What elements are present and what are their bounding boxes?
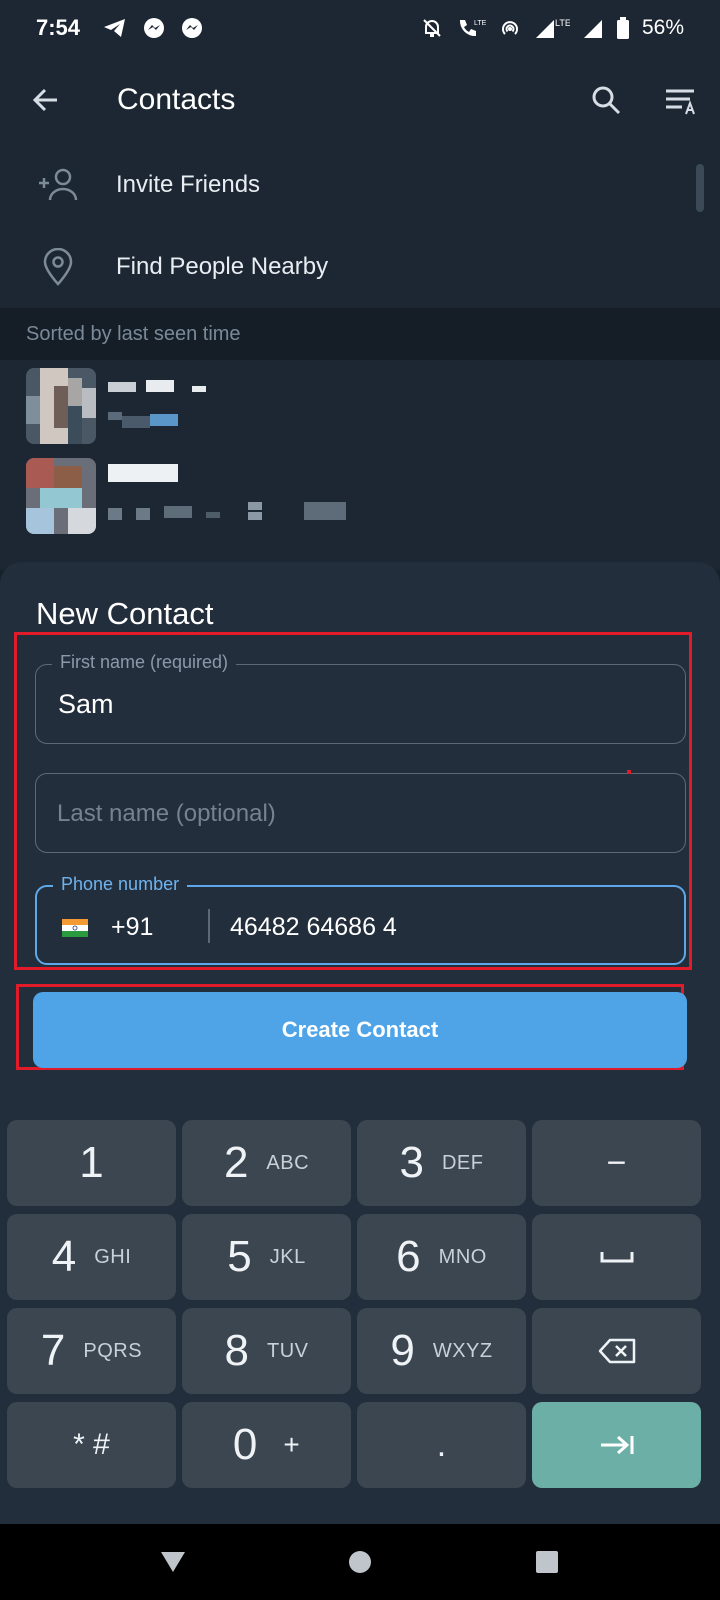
key-letters: DEF <box>441 1151 484 1174</box>
key-7[interactable]: 7 PQRS <box>7 1308 176 1394</box>
key-letters: ABC <box>266 1151 310 1174</box>
key-letters: MNO <box>438 1245 487 1268</box>
first-name-label: First name (required) <box>52 652 237 673</box>
menu-item-invite-friends[interactable]: Invite Friends <box>0 144 720 226</box>
key-letters: GHI <box>94 1245 132 1268</box>
space-icon <box>600 1252 633 1263</box>
red-dot-mark <box>627 770 631 774</box>
key-8[interactable]: 8 TUV <box>182 1308 351 1394</box>
avatar <box>26 458 96 534</box>
app-bar: Contacts <box>0 56 720 144</box>
signal-lte-icon: LTE <box>534 16 570 40</box>
battery-percent: 56% <box>641 16 684 39</box>
key-space[interactable] <box>532 1214 701 1300</box>
avatar <box>26 368 96 444</box>
key-digit: 5 <box>227 1232 252 1281</box>
key-symbol: * # <box>73 1428 110 1461</box>
phone-number-field[interactable]: Phone number +91 46482 64686 4 <box>35 874 686 965</box>
key-digit: 9 <box>390 1326 415 1375</box>
key-4[interactable]: 4 GHI <box>7 1214 176 1300</box>
add-person-icon <box>39 168 78 201</box>
page-title: Contacts <box>117 83 236 116</box>
key-next[interactable] <box>532 1402 701 1488</box>
key-digit: 1 <box>79 1138 104 1187</box>
recents-nav-button[interactable] <box>517 1532 577 1592</box>
backspace-icon <box>598 1338 635 1364</box>
contact-row[interactable] <box>0 360 720 450</box>
muted-bell-icon <box>420 16 444 40</box>
key-digit: 8 <box>224 1326 249 1375</box>
section-header: Sorted by last seen time <box>0 308 720 360</box>
key-letters: PQRS <box>83 1339 143 1362</box>
lte-label: LTE <box>474 20 486 27</box>
phone-number-label: Phone number <box>53 874 188 895</box>
last-name-placeholder: Last name (optional) <box>57 800 276 827</box>
contacts-list <box>0 360 720 570</box>
key-symbol: − <box>606 1143 627 1182</box>
key-digit: 6 <box>396 1232 421 1281</box>
key-1[interactable]: 1 <box>7 1120 176 1206</box>
create-contact-button[interactable]: Create Contact <box>33 992 687 1068</box>
back-nav-button[interactable] <box>143 1532 203 1592</box>
status-bar: 7:54 LTE LTE 56% <box>0 0 720 56</box>
key-3[interactable]: 3 DEF <box>357 1120 526 1206</box>
key-digit: 7 <box>40 1326 66 1375</box>
key-dot[interactable]: . <box>357 1402 526 1488</box>
first-name-field[interactable]: First name (required) Sam <box>35 652 686 744</box>
contact-row[interactable] <box>0 450 720 540</box>
key-0[interactable]: 0 + <box>182 1402 351 1488</box>
telegram-notification-icon <box>102 16 128 40</box>
signal-icon <box>582 16 604 40</box>
tab-next-icon <box>600 1435 633 1455</box>
sheet-title: New Contact <box>36 596 214 631</box>
menu-item-label: Find People Nearby <box>116 253 329 280</box>
battery-icon <box>616 16 630 40</box>
menu-item-find-people-nearby[interactable]: Find People Nearby <box>0 226 720 308</box>
key-5[interactable]: 5 JKL <box>182 1214 351 1300</box>
lte-label: LTE <box>555 18 570 28</box>
key-minus[interactable]: − <box>532 1120 701 1206</box>
key-digit: 3 <box>399 1138 424 1187</box>
system-nav-bar <box>0 1524 720 1600</box>
search-button[interactable] <box>568 56 644 144</box>
divider <box>208 909 210 943</box>
key-backspace[interactable] <box>532 1308 701 1394</box>
key-digit: 0 <box>232 1420 258 1469</box>
triangle-back-icon <box>161 1552 186 1572</box>
contacts-actions: Invite Friends Find People Nearby <box>0 144 720 308</box>
sort-button[interactable] <box>644 56 720 144</box>
sort-az-icon <box>666 89 695 115</box>
last-name-field[interactable]: Last name (optional) <box>35 773 686 853</box>
home-nav-button[interactable] <box>330 1532 390 1592</box>
key-symbol: . <box>436 1425 447 1464</box>
key-letters: TUV <box>266 1339 309 1362</box>
first-name-value: Sam <box>58 689 114 719</box>
phone-number-value: 46482 64686 4 <box>230 913 397 941</box>
key-digit: 4 <box>51 1232 77 1281</box>
key-6[interactable]: 6 MNO <box>357 1214 526 1300</box>
country-code[interactable]: +91 <box>111 913 153 942</box>
scrollbar[interactable] <box>696 164 704 212</box>
arrow-left-icon <box>32 88 57 112</box>
key-2[interactable]: 2 ABC <box>182 1120 351 1206</box>
status-time: 7:54 <box>36 15 81 40</box>
square-recents-icon <box>535 1551 558 1573</box>
hotspot-icon <box>498 16 522 40</box>
messenger-notification-icon <box>180 16 204 40</box>
key-star-hash[interactable]: * # <box>7 1402 176 1488</box>
key-letters: JKL <box>269 1245 306 1268</box>
key-9[interactable]: 9 WXYZ <box>357 1308 526 1394</box>
circle-home-icon <box>348 1551 371 1573</box>
back-button[interactable] <box>0 56 92 144</box>
menu-item-label: Invite Friends <box>116 171 261 198</box>
key-letters: + <box>283 1429 301 1460</box>
numeric-keypad: 1 2 ABC 3 DEF − 4 GHI 5 JKL 6 MNO 7 PQRS 8 TUV … <box>0 1120 720 1524</box>
search-icon <box>592 86 621 115</box>
messenger-notification-icon <box>142 16 166 40</box>
location-pin-icon <box>43 248 73 286</box>
key-digit: 2 <box>223 1138 249 1187</box>
india-flag-icon <box>62 919 88 937</box>
key-letters: WXYZ <box>432 1339 493 1362</box>
volte-call-icon: LTE <box>456 16 486 40</box>
